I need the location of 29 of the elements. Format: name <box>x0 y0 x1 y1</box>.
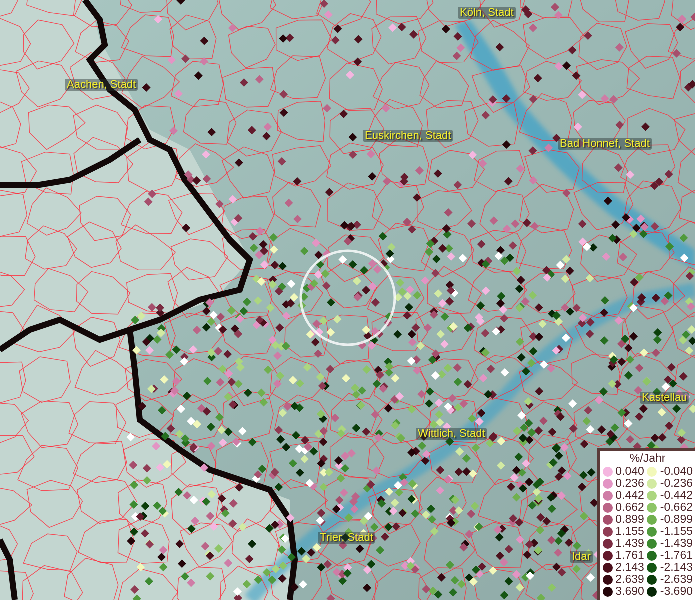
legend-value: 1.439 <box>616 538 644 550</box>
place-label: Köln, Stadt <box>458 7 516 19</box>
legend-value: 0.899 <box>616 514 644 526</box>
place-label: Idar <box>570 551 593 563</box>
legend-value: 1.155 <box>616 526 644 538</box>
legend-value: -3.690 <box>660 586 693 598</box>
place-label: Bad Honnef, Stadt <box>558 138 652 150</box>
legend-value: 1.761 <box>616 550 644 562</box>
legend-value: 0.662 <box>616 502 644 514</box>
legend-value: 0.236 <box>616 478 644 490</box>
legend-value: 3.690 <box>616 586 644 598</box>
legend-value: -0.442 <box>660 490 693 502</box>
legend-value: -0.899 <box>660 514 693 526</box>
legend-value: -2.639 <box>660 574 693 586</box>
legend-value: -1.761 <box>660 550 693 562</box>
place-label: Trier, Stadt <box>318 532 376 544</box>
legend-title: %/Jahr <box>628 453 667 466</box>
legend-value: -0.236 <box>660 478 693 490</box>
legend-value: -1.439 <box>660 538 693 550</box>
legend-value: 2.143 <box>616 562 644 574</box>
legend-value: 0.442 <box>616 490 644 502</box>
legend-value: -0.040 <box>660 466 693 478</box>
legend-value: -0.662 <box>660 502 693 514</box>
legend-value: 0.040 <box>616 466 644 478</box>
legend-value: 2.639 <box>616 574 644 586</box>
place-label: Wittlich, Stadt <box>416 428 488 440</box>
legend-value: -2.143 <box>660 562 693 574</box>
legend-value: -1.155 <box>660 526 693 538</box>
place-label: Euskirchen, Stadt <box>363 130 454 142</box>
